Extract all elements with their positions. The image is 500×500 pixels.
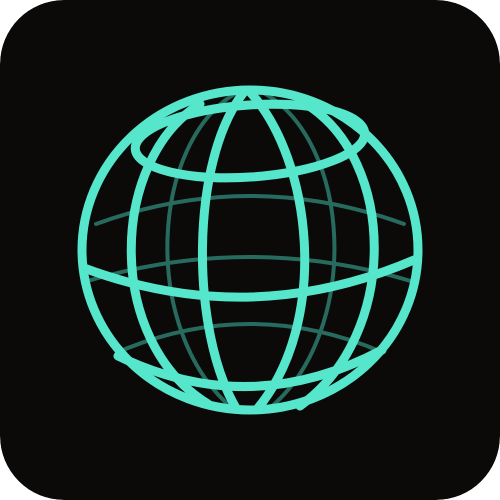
globe-icon — [0, 0, 500, 500]
icon-background — [0, 0, 500, 500]
app-icon[interactable] — [0, 0, 500, 500]
